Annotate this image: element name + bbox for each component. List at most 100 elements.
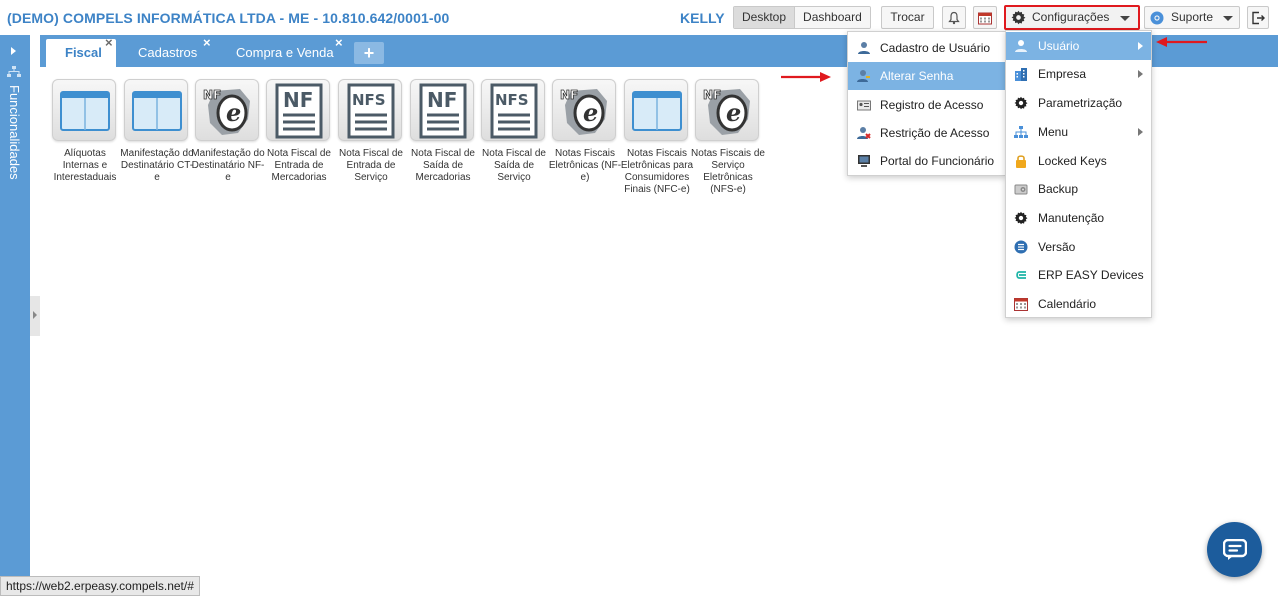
current-user[interactable]: KELLY [680,10,725,26]
desktop-view-button[interactable]: Desktop [734,7,796,28]
lock-icon [1016,155,1026,168]
svg-text:e: e [226,98,241,127]
sidebar-title: Funcionalidades [7,85,22,180]
module-label: Notas Fiscais Eletrônicas (NF-e) [548,148,622,183]
window-icon [60,91,110,131]
chevron-down-icon [1120,16,1130,21]
gear-icon [1014,211,1028,225]
sitemap-icon [1014,126,1028,138]
calendar-icon [1014,298,1028,311]
module-label: Manifestação do Destinatário CT-e [120,148,194,183]
chevron-right-icon [1138,70,1143,78]
nfs-document-icon: NFS [347,83,395,139]
close-icon[interactable]: × [203,36,211,50]
logout-icon [1252,11,1265,24]
tab-fiscal[interactable]: Fiscal × [46,36,116,67]
menu-item-locked-keys[interactable]: Locked Keys [1006,147,1151,175]
user-icon [1015,40,1027,52]
svg-text:NF: NF [427,88,457,112]
trocar-button[interactable]: Trocar [881,6,934,29]
nfs-document-icon: NFS [490,83,538,139]
menu-item-calendario[interactable]: Calendário [1006,290,1151,318]
view-switcher: Desktop Dashboard [733,6,871,29]
calendar-button[interactable] [973,6,997,29]
nfe-icon: e NF [203,88,250,135]
svg-text:NF: NF [203,88,221,102]
chevron-right-icon [33,311,37,319]
configuracoes-button[interactable]: Configurações [1004,5,1140,30]
menu-item-parametrizacao[interactable]: Parametrização [1006,89,1151,117]
menu-item-alterar-senha[interactable]: Alterar Senha [848,62,1005,90]
logout-button[interactable] [1247,6,1269,29]
list-circle-icon [1014,240,1028,254]
add-tab-button[interactable]: + [354,42,384,64]
suporte-button[interactable]: Suporte [1144,6,1240,29]
module-label: Manifestação do Destinatário NF-e [191,148,265,183]
menu-item-menu[interactable]: Menu [1006,118,1151,146]
expand-sidebar-icon[interactable] [11,47,16,55]
chevron-right-icon [1138,128,1143,136]
nf-document-icon: NF [419,83,467,139]
svg-text:e: e [726,98,741,127]
menu-item-erp-easy-devices[interactable]: ERP EASY Devices [1006,261,1151,289]
module-label: Nota Fiscal de Saída de Serviço [482,148,546,183]
annotation-arrow-left [1156,37,1207,47]
user-icon [858,42,870,54]
svg-text:NF: NF [703,88,721,102]
monitor-icon [858,155,870,167]
support-icon [1150,11,1164,25]
tab-cadastros[interactable]: Cadastros × [126,36,216,67]
module-label: Notas Fiscais Eletrônicas para Consumido… [620,148,694,195]
user-block-icon [857,127,871,139]
user-key-icon [857,70,870,82]
nf-document-icon: NF [275,83,323,139]
menu-item-restricao-acesso[interactable]: Restrição de Acesso [848,119,1005,147]
nfe-icon: e NF [703,88,750,135]
menu-item-cadastro-usuario[interactable]: Cadastro de Usuário [848,34,1005,62]
chevron-down-icon [1223,16,1233,21]
chat-icon [1223,539,1247,560]
close-icon[interactable]: × [105,36,113,50]
gear-icon [1011,10,1026,25]
nfe-icon: e NF [560,88,607,135]
module-label: Nota Fiscal de Saída de Mercadorias [411,148,475,183]
building-icon [1015,68,1027,81]
svg-text:e: e [583,98,598,127]
calendar-icon [978,12,992,24]
svg-text:NFS: NFS [495,91,529,109]
menu-item-portal-funcionario[interactable]: Portal do Funcionário [848,147,1005,175]
user-submenu: Cadastro de Usuário Alterar Senha Regist… [847,31,1006,176]
configuracoes-menu: Usuário Empresa Parametrização Menu Lock… [1005,30,1152,318]
company-title: (DEMO) COMPELS INFORMÁTICA LTDA - ME - 1… [7,10,450,26]
chat-button[interactable] [1207,522,1262,577]
backup-icon [1014,184,1028,195]
module-label: Notas Fiscais de Serviço Eletrônicas (NF… [691,148,765,195]
window-icon [132,91,182,131]
bell-icon [948,11,960,24]
sitemap-icon [7,66,21,77]
svg-text:NFS: NFS [352,91,386,109]
module-label: Nota Fiscal de Entrada de Mercadorias [267,148,331,183]
menu-item-registro-acesso[interactable]: Registro de Acesso [848,91,1005,119]
menu-item-usuario[interactable]: Usuário [1006,32,1151,60]
module-label: Nota Fiscal de Entrada de Serviço [339,148,403,183]
gear-icon [1014,96,1028,110]
menu-item-backup[interactable]: Backup [1006,175,1151,203]
notifications-button[interactable] [942,6,966,29]
svg-text:NF: NF [283,88,313,112]
status-url: https://web2.erpeasy.compels.net/# [0,576,200,596]
tab-compra-e-venda[interactable]: Compra e Venda × [224,36,350,67]
close-icon[interactable]: × [335,36,343,50]
sidebar-resize-handle[interactable] [30,296,40,336]
dashboard-view-button[interactable]: Dashboard [795,7,870,28]
menu-item-empresa[interactable]: Empresa [1006,60,1151,88]
menu-item-versao[interactable]: Versão [1006,233,1151,261]
suporte-label: Suporte [1171,10,1214,24]
module-label: Alíquotas Internas e Interestaduais [53,148,117,183]
menu-item-manutencao[interactable]: Manutenção [1006,204,1151,232]
devices-icon [1016,271,1026,279]
id-card-icon [857,100,871,111]
annotation-arrow-right [781,72,831,82]
functionalities-sidebar[interactable]: Funcionalidades [0,35,30,596]
svg-text:NF: NF [560,88,578,102]
